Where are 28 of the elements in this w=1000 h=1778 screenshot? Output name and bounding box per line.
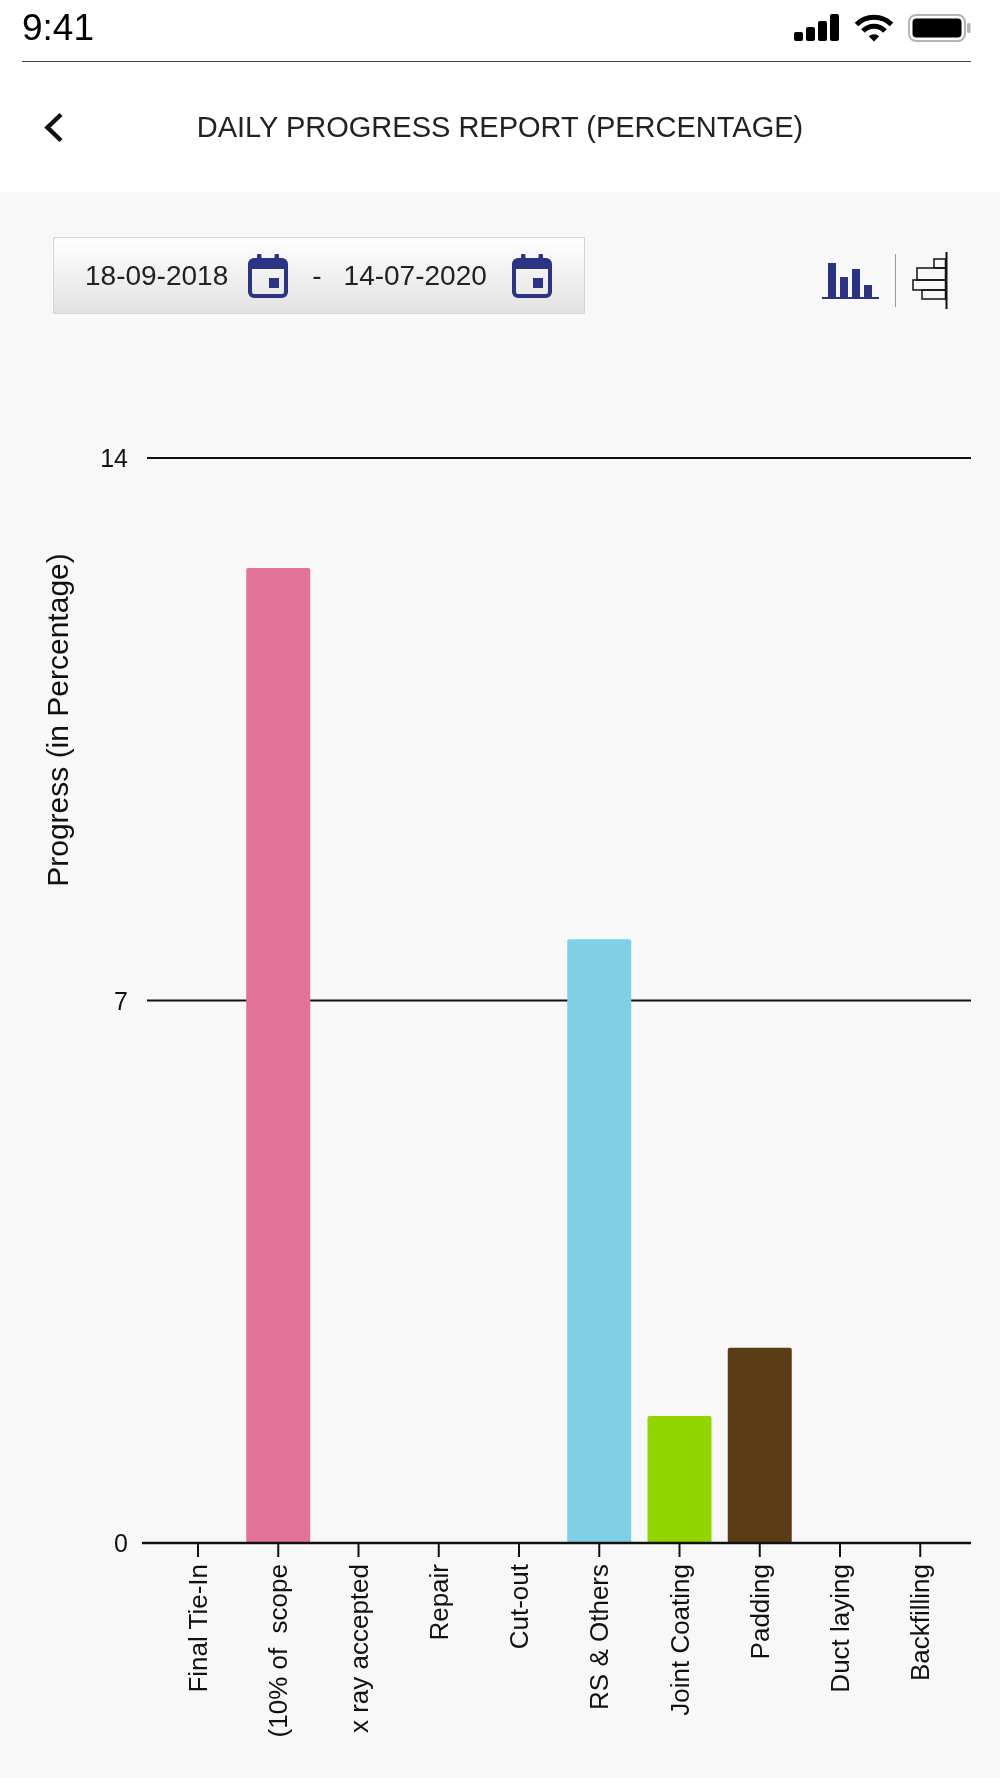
- y-tick-label: 14: [100, 444, 128, 472]
- x-axis-label: Cut-out: [504, 1564, 534, 1650]
- y-axis-title: Progress (in Percentage): [40, 553, 74, 887]
- date-separator: -: [312, 261, 322, 290]
- calendar-icon[interactable]: [511, 253, 552, 298]
- page-title: DAILY PROGRESS REPORT (PERCENTAGE): [195, 112, 805, 142]
- x-axis-label: (10% of scope: [263, 1564, 294, 1738]
- y-tick-label: 0: [114, 1529, 128, 1557]
- status-time: 9:41: [22, 9, 94, 46]
- back-icon[interactable]: [43, 111, 64, 143]
- x-axis-label: Duct laying: [825, 1564, 855, 1693]
- x-axis-label: Final Tie-In: [183, 1564, 213, 1693]
- date-range-picker[interactable]: 18-09-2018 - 14-07-2020: [53, 237, 585, 314]
- signal-icon: [794, 14, 840, 41]
- horizontal-bar-chart-icon[interactable]: [912, 251, 948, 309]
- bar-chart-icon[interactable]: [822, 261, 879, 299]
- x-axis-label: Backfilling: [905, 1564, 936, 1682]
- calendar-icon[interactable]: [248, 253, 289, 298]
- x-axis-label: Padding: [744, 1564, 775, 1660]
- x-axis-label: x ray accepted: [343, 1564, 374, 1734]
- y-tick-label: 7: [114, 986, 128, 1015]
- x-axis-label: RS & Others: [584, 1564, 615, 1710]
- end-date: 14-07-2020: [343, 261, 487, 290]
- battery-icon: [908, 13, 971, 42]
- x-axis-label: Joint Coating: [664, 1564, 695, 1716]
- x-axis-label: Repair: [423, 1564, 454, 1641]
- start-date: 18-09-2018: [85, 261, 229, 290]
- wifi-icon: [853, 13, 895, 42]
